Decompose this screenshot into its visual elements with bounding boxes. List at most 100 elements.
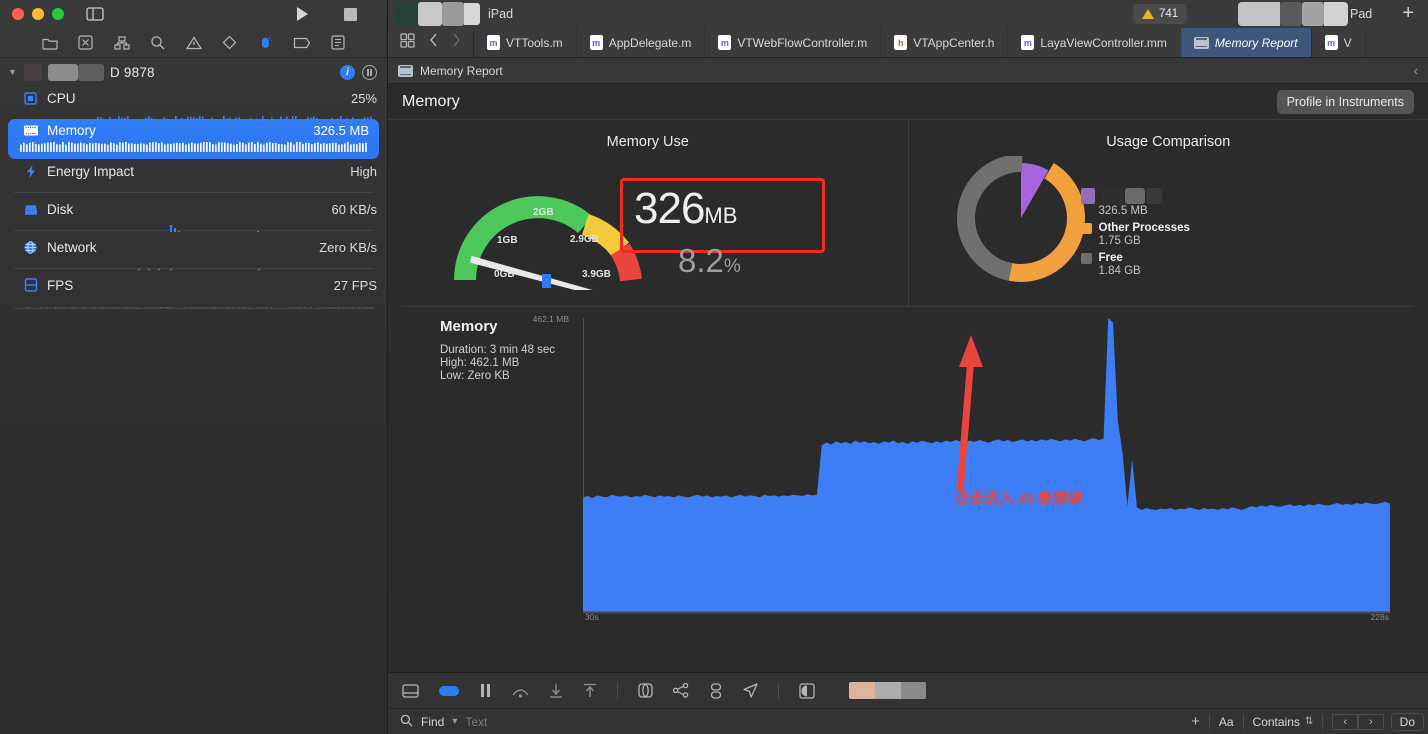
warning-icon[interactable]: [185, 34, 203, 52]
debug-icon[interactable]: [257, 34, 275, 52]
find-bar-controls[interactable]: + Aa Contains ⇅ ‹ › Do: [1191, 712, 1424, 731]
step-into-icon[interactable]: [549, 683, 563, 699]
gauge-value-cpu: 25%: [350, 90, 377, 106]
divider: [1208, 713, 1210, 730]
find-label[interactable]: Find: [421, 715, 444, 729]
gauge-row-fps[interactable]: FPS 27 FPS: [0, 273, 387, 308]
memory-percent-number: 8.2: [678, 242, 724, 279]
search-icon: [400, 714, 413, 730]
pause-badge-icon[interactable]: [362, 64, 377, 80]
process-row[interactable]: ▼ D 9878 i: [0, 58, 387, 86]
add-editor-button[interactable]: +: [1402, 3, 1414, 23]
stepper-icon[interactable]: ⇅: [1305, 716, 1313, 727]
gauge-label-cpu: CPU: [47, 90, 76, 106]
destination-selector[interactable]: Pad: [1238, 2, 1372, 26]
pause-icon[interactable]: [479, 683, 492, 698]
fps-icon: [22, 277, 39, 294]
close-button[interactable]: [12, 8, 24, 20]
debug-area-icon[interactable]: [439, 685, 459, 697]
tab-appdelegate[interactable]: m AppDelegate.m: [577, 28, 706, 57]
sparkline-disk: [22, 221, 377, 232]
cpu-icon: [22, 90, 39, 107]
next-result-button[interactable]: ›: [1357, 713, 1384, 730]
tab-overview-icon[interactable]: [400, 32, 415, 53]
y-axis-max-label: 462.1 MB: [532, 314, 569, 324]
traffic-lights[interactable]: [12, 8, 64, 20]
result-stepper[interactable]: ‹ ›: [1332, 713, 1384, 730]
gauge-row-memory[interactable]: Memory 326.5 MB: [8, 119, 379, 159]
breakpoint-icon[interactable]: [293, 34, 311, 52]
forward-chevron-icon[interactable]: [452, 33, 461, 52]
warning-badge[interactable]: 741: [1133, 4, 1188, 24]
navigator-toolbar[interactable]: [0, 28, 387, 58]
redacted-destination-2: [1280, 2, 1302, 26]
back-chevron-icon[interactable]: [429, 33, 438, 52]
xcode-window: ▼ D 9878 i CPU 25% Memory 326.5 MB Energ…: [0, 0, 1428, 734]
folder-icon[interactable]: [41, 34, 59, 52]
legend-swatch-free: [1080, 252, 1092, 264]
match-mode-select[interactable]: Contains: [1253, 715, 1300, 729]
legend-label-free: Free: [1098, 252, 1123, 264]
zoom-button[interactable]: [52, 8, 64, 20]
gauge-row-disk[interactable]: Disk 60 KB/s: [0, 197, 387, 232]
source-control-icon[interactable]: [77, 34, 95, 52]
find-input[interactable]: Text: [465, 715, 487, 729]
tab-vttools[interactable]: m VTTools.m: [474, 28, 577, 57]
debug-bar[interactable]: [388, 672, 1428, 708]
tab-layaviewcontroller[interactable]: m LayaViewController.mm: [1008, 28, 1181, 57]
step-over-icon[interactable]: [512, 684, 529, 698]
warning-count: 741: [1159, 8, 1179, 20]
prev-result-button[interactable]: ‹: [1332, 713, 1358, 730]
tab-label: AppDelegate.m: [608, 35, 692, 50]
gauge-row-cpu[interactable]: CPU 25%: [0, 86, 387, 121]
done-button[interactable]: Do: [1390, 712, 1424, 731]
gauge-label-energy: Energy Impact: [47, 163, 135, 179]
test-icon[interactable]: [221, 34, 239, 52]
tab-overflow[interactable]: mV: [1312, 28, 1366, 57]
summary-row: Memory Use 0GB 1GB 2GB 2.9GB 3.9GB 326MB…: [388, 120, 1428, 306]
device-label: iPad: [488, 7, 514, 21]
sidebar-toggle-icon[interactable]: [86, 7, 104, 21]
legend-item-free: Free: [1080, 252, 1190, 264]
usage-comparison-legend: 326.5 MB Other Processes 1.75 GB Free 1.…: [1080, 188, 1190, 282]
view-hierarchy-icon[interactable]: [638, 683, 653, 698]
info-badge-icon[interactable]: i: [340, 64, 355, 80]
bolt-icon: [22, 163, 39, 180]
memory-icon: [22, 122, 39, 139]
add-filter-button[interactable]: +: [1191, 713, 1200, 730]
run-button[interactable]: [297, 7, 308, 21]
disclosure-icon[interactable]: ▼: [8, 67, 18, 77]
symbol-icon[interactable]: [113, 34, 131, 52]
gauge-row-network[interactable]: Network Zero KB/s: [0, 235, 387, 270]
tab-bar[interactable]: m VTTools.m m AppDelegate.m m VTWebFlowCont…: [388, 28, 1428, 58]
gauge-value-energy: High: [350, 163, 377, 179]
tab-vtappcenter[interactable]: h VTAppCenter.h: [881, 28, 1009, 57]
find-bar[interactable]: Find ▾ Text + Aa Contains ⇅ ‹ › Do: [388, 708, 1428, 734]
redacted-destination-4: [1324, 2, 1348, 26]
timeline-duration: Duration: 3 min 48 sec: [440, 344, 556, 356]
gauge-row-energy[interactable]: Energy Impact High: [0, 159, 387, 192]
minimize-button[interactable]: [32, 8, 44, 20]
run-controls[interactable]: [297, 7, 375, 21]
report-icon[interactable]: [329, 34, 347, 52]
tab-bar-tools[interactable]: [388, 28, 474, 57]
location-icon[interactable]: [743, 683, 758, 698]
profile-in-instruments-button[interactable]: Profile in Instruments: [1276, 89, 1414, 114]
console-toggle-icon[interactable]: [402, 683, 419, 698]
stop-button[interactable]: [344, 7, 357, 21]
tab-vtwebflowcontroller[interactable]: m VTWebFlowController.m: [705, 28, 882, 57]
tab-memory-report[interactable]: Memory Report: [1180, 28, 1312, 57]
chevron-down-icon[interactable]: ▾: [452, 716, 457, 727]
legend-swatch-other: [1080, 222, 1092, 234]
search-icon[interactable]: [149, 34, 167, 52]
timeline-high: High: 462.1 MB: [440, 356, 520, 369]
thread-icon[interactable]: [709, 682, 723, 699]
memory-graph-icon[interactable]: [673, 683, 689, 698]
match-case-button[interactable]: Aa: [1219, 715, 1234, 729]
hide-inspector-chevron-icon[interactable]: ‹: [1414, 63, 1418, 78]
m-file-icon: m: [589, 35, 603, 50]
appearance-icon[interactable]: [799, 682, 815, 699]
jump-bar[interactable]: Memory Report ‹: [388, 58, 1428, 84]
step-out-icon[interactable]: [583, 683, 597, 699]
scheme-selector[interactable]: iPad: [396, 2, 514, 26]
